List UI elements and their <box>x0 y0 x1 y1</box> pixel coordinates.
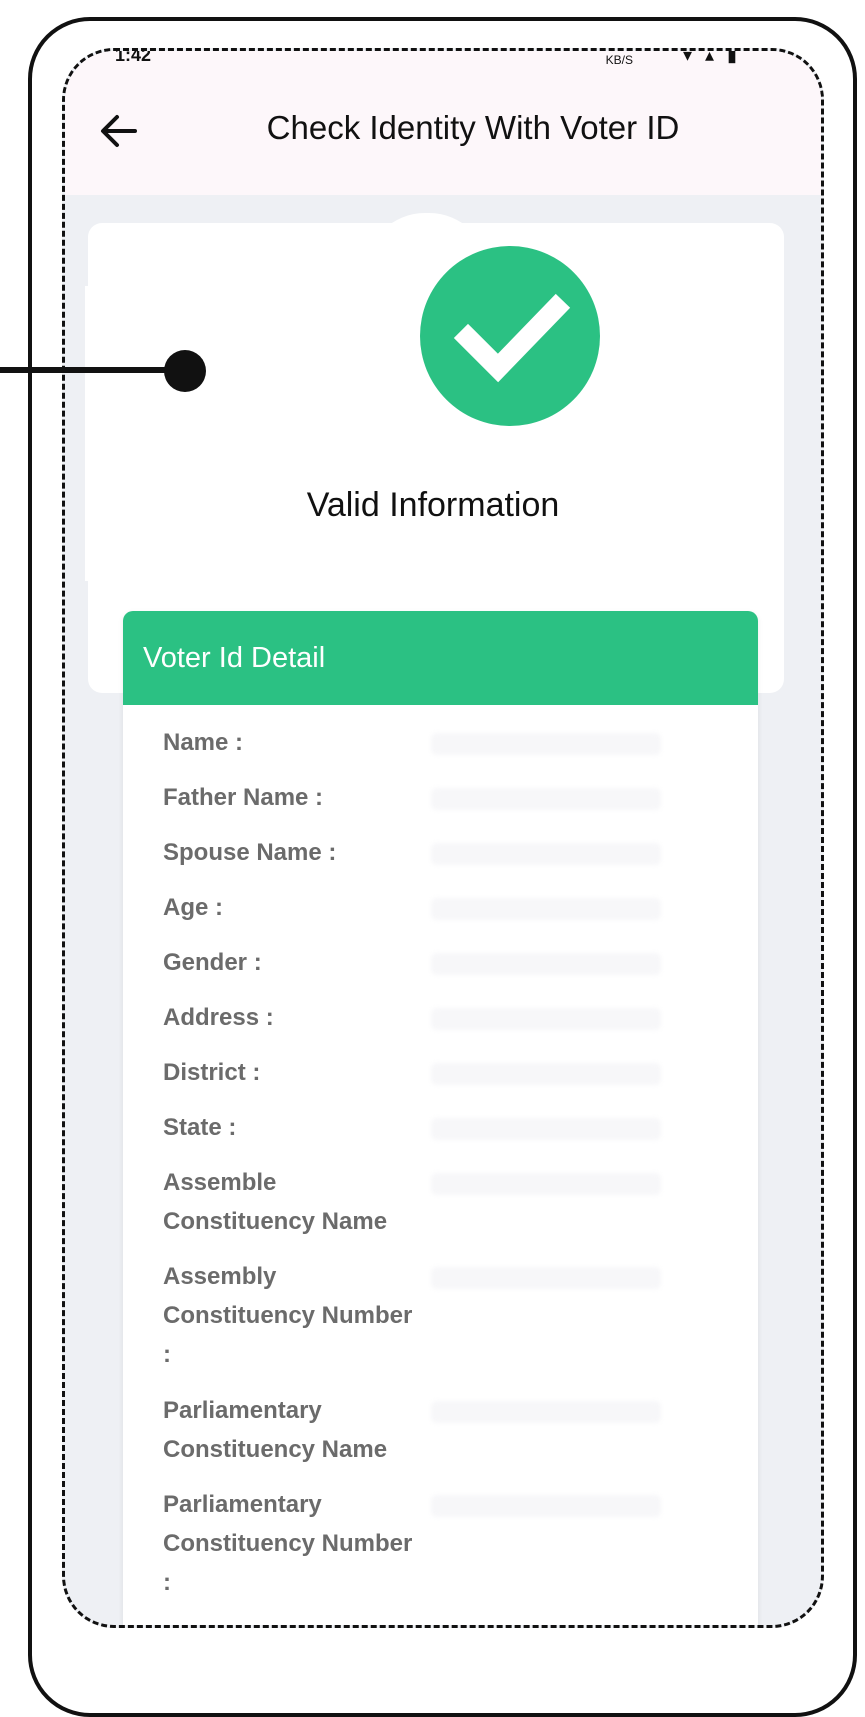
field-label: Assembly Constituency Number : <box>163 1263 413 1368</box>
status-signal-icons: ▾ ▴ ▮ <box>683 51 741 65</box>
field-value-redacted <box>431 898 661 920</box>
phone-screen: 1:42 KB/S ▾ ▴ ▮ Check Identity With Vote… <box>62 48 824 1628</box>
field-label: Gender : <box>163 949 262 976</box>
field-label: Name : <box>163 729 244 756</box>
detail-header: Voter Id Detail <box>123 611 758 705</box>
detail-row: Assemble Constituency Name <box>163 1163 758 1257</box>
status-net-speed: KB/S <box>605 53 633 67</box>
callout-dot <box>164 350 206 392</box>
field-value-redacted <box>431 1495 661 1517</box>
arrow-left-icon[interactable] <box>99 111 139 151</box>
detail-row: Spouse Name : <box>163 833 758 888</box>
detail-row: District : <box>163 1053 758 1108</box>
detail-row: Name : <box>163 723 758 778</box>
field-value-redacted <box>431 1173 661 1195</box>
callout-line <box>0 367 185 373</box>
field-label: Spouse Name : <box>163 839 337 866</box>
detail-row: Gender : <box>163 943 758 998</box>
field-label: Father Name : <box>163 784 324 811</box>
status-time: 1:42 <box>115 51 152 65</box>
check-circle-icon <box>420 246 600 426</box>
field-value-redacted <box>431 1118 661 1140</box>
detail-row: Assembly Constituency Number : <box>163 1257 758 1391</box>
field-label: Assemble Constituency Name <box>163 1169 388 1235</box>
status-title: Valid Information <box>306 486 560 524</box>
field-value-redacted <box>431 1008 661 1030</box>
voter-detail-card: Voter Id Detail Name : Father Name : Spo… <box>123 611 758 1625</box>
field-value-redacted <box>431 953 661 975</box>
field-label: Address : <box>163 1004 274 1031</box>
field-value-redacted <box>431 843 661 865</box>
status-bar: 1:42 KB/S ▾ ▴ ▮ <box>65 51 821 73</box>
field-value-redacted <box>431 733 661 755</box>
field-label: District : <box>163 1059 261 1086</box>
field-label: Parliamentary Constituency Number : <box>163 1491 413 1596</box>
detail-row: Address : <box>163 998 758 1053</box>
field-value-redacted <box>431 1267 661 1289</box>
field-label: State : <box>163 1114 237 1141</box>
detail-row: Father Name : <box>163 778 758 833</box>
field-value-redacted <box>431 788 661 810</box>
field-label: Age : <box>163 894 223 921</box>
field-label: Parliamentary Constituency Name <box>163 1397 388 1463</box>
field-value-redacted <box>431 1063 661 1085</box>
page-title: Check Identity With Voter ID <box>266 109 680 146</box>
detail-row: State : <box>163 1108 758 1163</box>
field-value-redacted <box>431 1401 661 1423</box>
detail-row: Age : <box>163 888 758 943</box>
detail-row: Parliamentary Constituency Name <box>163 1391 758 1485</box>
app-bar: Check Identity With Voter ID <box>65 73 821 195</box>
detail-list: Name : Father Name : Spouse Name : Age :… <box>123 705 758 1619</box>
detail-row: Parliamentary Constituency Number : <box>163 1485 758 1619</box>
